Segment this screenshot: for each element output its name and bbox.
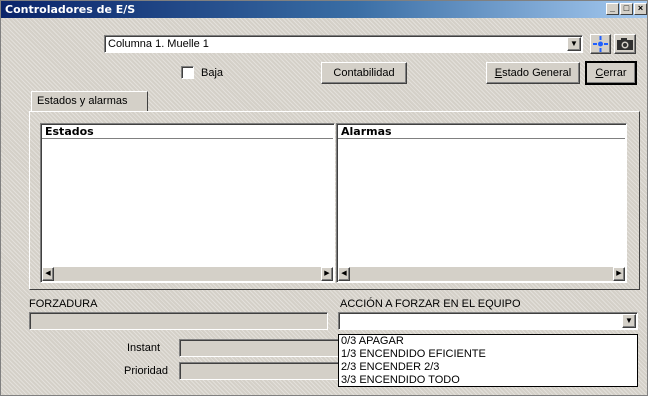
scroll-right-button[interactable]: ▶ — [613, 267, 625, 281]
locate-button[interactable] — [590, 34, 611, 54]
chevron-right-icon: ▶ — [616, 270, 622, 277]
cerrar-button[interactable]: Cerrar — [585, 61, 637, 85]
maximize-icon: □ — [623, 3, 630, 13]
tab-estados-y-alarmas[interactable]: Estados y alarmas — [31, 91, 148, 112]
estado-general-button[interactable]: Estado General — [486, 62, 580, 84]
tab-label: Estados y alarmas — [37, 95, 128, 107]
dropdown-option[interactable]: 1/3 ENCENDIDO EFICIENTE — [339, 348, 637, 361]
location-combo-value: Columna 1. Muelle 1 — [108, 38, 209, 50]
window-title: Controladores de E/S — [5, 3, 136, 16]
accion-dropdown-list: 0/3 APAGAR 1/3 ENCENDIDO EFICIENTE 2/3 E… — [338, 334, 638, 387]
controladores-window: Controladores de E/S _ □ × Columna 1. Mu… — [0, 0, 648, 396]
estados-panel: Estados ◀ ▶ — [40, 123, 335, 283]
tab-page: Estados ◀ ▶ Alarmas ◀ ▶ — [29, 111, 640, 290]
scroll-left-button[interactable]: ◀ — [42, 267, 54, 281]
location-combo-arrow[interactable]: ▼ — [567, 37, 581, 51]
chevron-down-icon: ▼ — [570, 39, 578, 48]
instant-field — [179, 339, 339, 357]
dropdown-option[interactable]: 3/3 ENCENDIDO TODO — [339, 374, 637, 387]
dropdown-option[interactable]: 2/3 ENCENDER 2/3 — [339, 361, 637, 374]
scroll-left-button[interactable]: ◀ — [338, 267, 350, 281]
close-icon: × — [637, 3, 644, 13]
maximize-button[interactable]: □ — [620, 3, 633, 15]
cerrar-button-label: Cerrar — [595, 67, 627, 79]
estados-hscrollbar[interactable]: ◀ ▶ — [42, 267, 333, 281]
contabilidad-button-label: Contabilidad — [333, 67, 395, 79]
chevron-left-icon: ◀ — [45, 270, 51, 277]
instant-label: Instant — [127, 342, 161, 354]
close-button[interactable]: × — [634, 3, 647, 15]
chevron-down-icon: ▼ — [625, 316, 633, 325]
alarmas-header: Alarmas — [338, 125, 625, 139]
estado-general-button-label: Estado General — [494, 67, 572, 79]
camera-button[interactable] — [614, 34, 636, 54]
chevron-left-icon: ◀ — [341, 270, 347, 277]
alarmas-hscrollbar[interactable]: ◀ ▶ — [338, 267, 625, 281]
estados-header: Estados — [42, 125, 333, 139]
baja-checkbox[interactable] — [181, 66, 194, 79]
forzadura-label: FORZADURA — [29, 298, 98, 310]
accion-label: ACCIÓN A FORZAR EN EL EQUIPO — [340, 298, 521, 310]
minimize-button[interactable]: _ — [606, 3, 619, 15]
prioridad-label: Prioridad — [124, 365, 169, 377]
accion-combo-arrow[interactable]: ▼ — [622, 314, 636, 328]
crosshair-icon — [593, 36, 608, 52]
minimize-icon: _ — [609, 3, 615, 13]
prioridad-field — [179, 362, 339, 380]
contabilidad-button[interactable]: Contabilidad — [321, 62, 407, 84]
dropdown-option[interactable]: 0/3 APAGAR — [339, 335, 637, 348]
title-bar: Controladores de E/S _ □ × — [1, 1, 647, 18]
accion-combo[interactable]: ▼ — [338, 312, 638, 330]
location-combo[interactable]: Columna 1. Muelle 1 ▼ — [104, 35, 583, 53]
chevron-right-icon: ▶ — [324, 270, 330, 277]
scroll-right-button[interactable]: ▶ — [321, 267, 333, 281]
baja-label: Baja — [201, 67, 224, 79]
camera-icon — [617, 38, 633, 50]
forzadura-field — [29, 312, 328, 330]
alarmas-panel: Alarmas ◀ ▶ — [336, 123, 627, 283]
